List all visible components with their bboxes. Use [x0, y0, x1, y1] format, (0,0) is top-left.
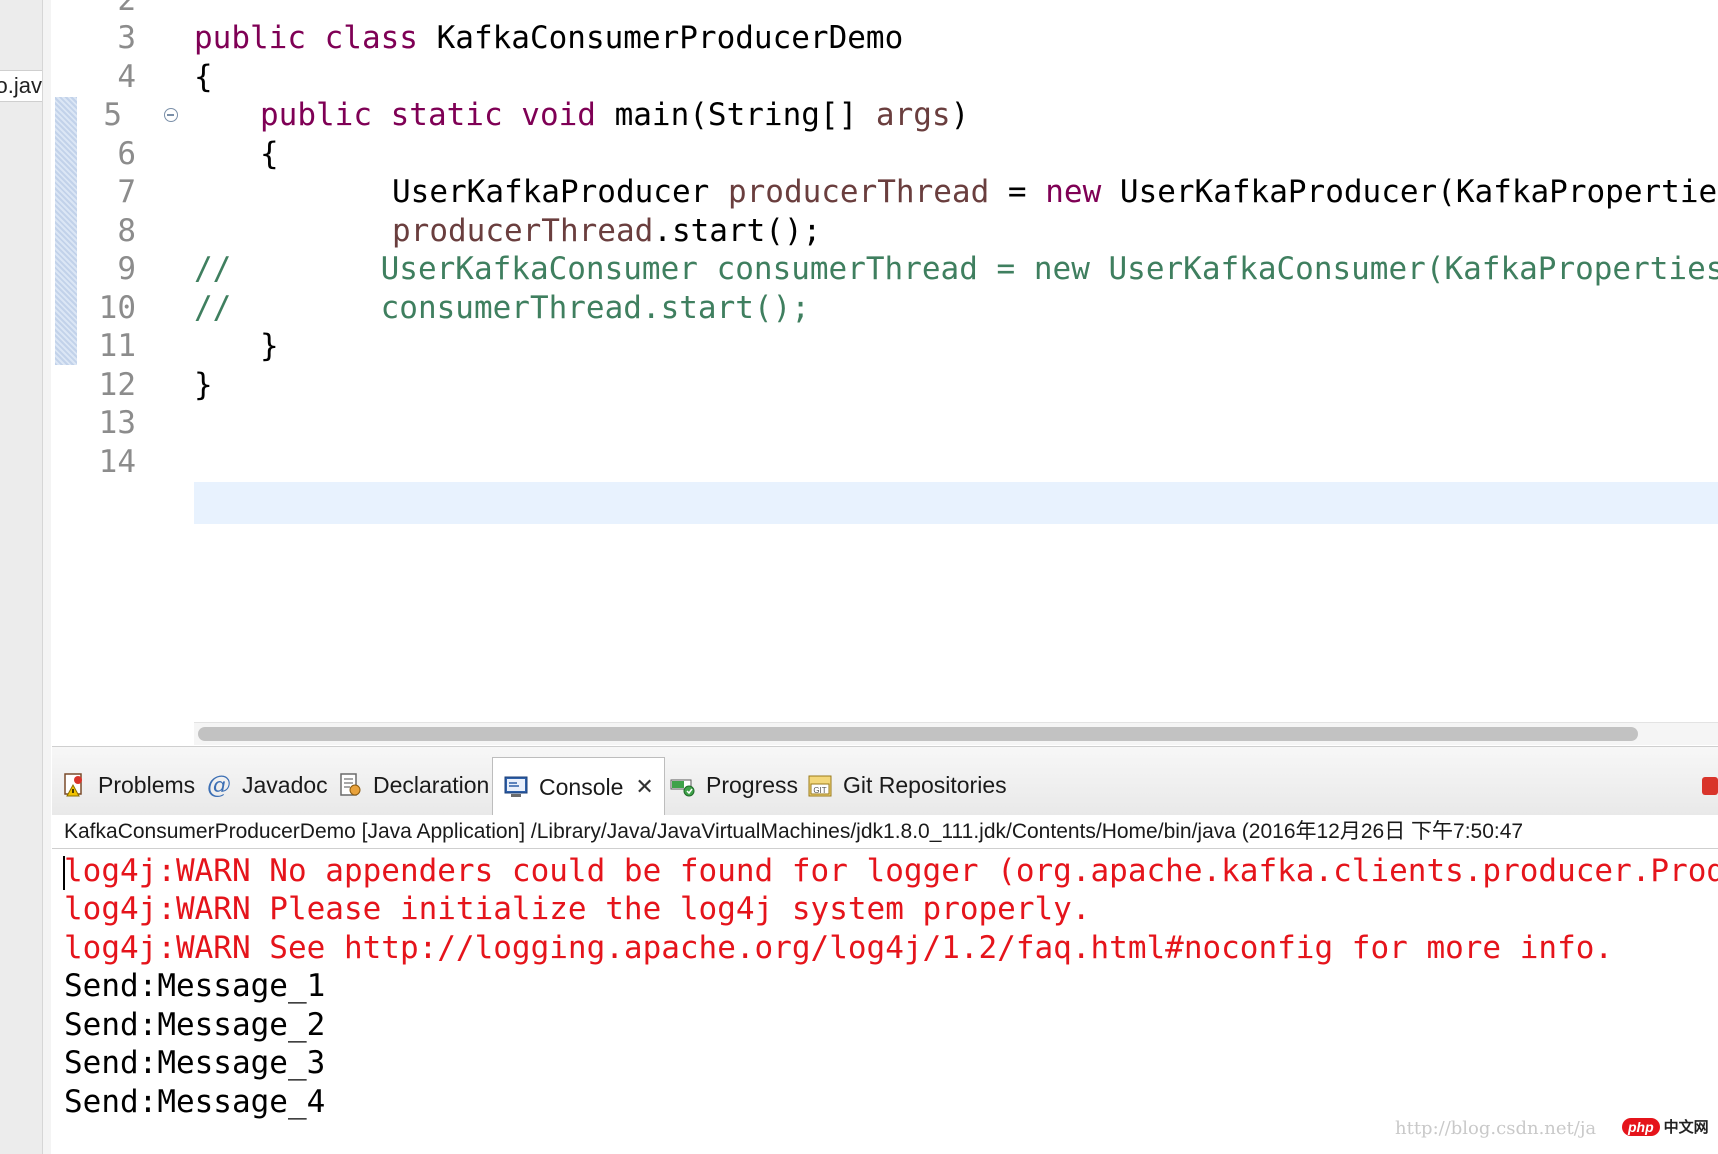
variable: producerThread	[727, 174, 990, 210]
line-number: 14	[98, 444, 136, 480]
tab-label: Git Repositories	[843, 771, 1007, 798]
constructor-call: UserKafkaProducer(KafkaProperties.	[1119, 174, 1718, 210]
php-logo: php 中文网	[1622, 1116, 1709, 1137]
console-output-line: Send:Message_4	[64, 1084, 326, 1120]
line-number: 13	[98, 405, 136, 441]
code-editor[interactable]: 2 3 4 5 6 7 8 9 10 11 12 13 14 public cl…	[52, 0, 1718, 745]
declaration-icon	[337, 772, 363, 798]
file-tab[interactable]: o.jav	[0, 70, 42, 102]
line-number: 9	[117, 251, 136, 287]
method-signature: main(String[]	[614, 97, 876, 133]
git-icon-text: GIT	[813, 786, 826, 795]
code-line-10-comment: // consumerThread.start();	[194, 290, 810, 326]
method-call: .start();	[653, 213, 822, 249]
view-gap	[43, 0, 51, 1154]
line-number: 10	[98, 290, 136, 326]
package-explorer-strip: o.jav	[0, 0, 43, 1154]
console-warn-line: log4j:WARN No appenders could be found f…	[64, 853, 1718, 889]
type-name: UserKafkaProducer	[392, 174, 728, 210]
line-number: 8	[117, 213, 136, 249]
line-number: 4	[117, 59, 136, 95]
console-icon	[503, 774, 529, 800]
tab-label: Javadoc	[242, 771, 328, 798]
code-line-6: {	[260, 136, 279, 172]
keyword: new	[1045, 174, 1120, 210]
console-output-line: Send:Message_2	[64, 1007, 326, 1043]
line-number: 5	[103, 97, 122, 133]
line-number: 6	[117, 136, 136, 172]
git-repositories-icon: GIT	[807, 772, 833, 798]
progress-icon	[670, 772, 696, 798]
code-line-12: }	[194, 367, 213, 403]
tab-console[interactable]: Console ✕	[492, 757, 665, 816]
tab-label: Progress	[706, 771, 799, 798]
bottom-panel-tabbar: Problems @ Javadoc Declaration Console ✕…	[52, 746, 1718, 816]
close-icon[interactable]: ✕	[635, 774, 653, 800]
keyword: public static void	[260, 97, 615, 133]
code-line-8: producerThread.start();	[392, 210, 821, 252]
code-line-5: public static void main(String[] args)	[260, 94, 969, 136]
console-output-line: Send:Message_1	[64, 968, 326, 1004]
code-line-3: public class KafkaConsumerProducerDemo	[194, 17, 903, 59]
code-line-7: UserKafkaProducer producerThread = new U…	[392, 171, 1718, 213]
terminate-button[interactable]	[1702, 777, 1718, 795]
variable: producerThread	[392, 213, 654, 249]
tab-problems[interactable]: Problems	[62, 761, 195, 809]
class-name: KafkaConsumerProducerDemo	[436, 20, 904, 56]
line-number: 3	[117, 20, 136, 56]
current-line-highlight	[194, 482, 1718, 524]
tab-label: Problems	[98, 771, 196, 798]
php-badge: php	[1622, 1117, 1660, 1136]
fold-collapse-icon[interactable]	[164, 108, 178, 122]
line-number: 12	[98, 367, 136, 403]
tab-label: Console	[539, 773, 624, 800]
parameter: args	[875, 97, 951, 133]
code-line-4: {	[194, 59, 213, 95]
at-sign-icon: @	[207, 771, 231, 799]
tab-git-repositories[interactable]: GIT Git Repositories	[807, 761, 1007, 809]
tab-label: Declaration	[373, 771, 490, 798]
tab-declaration[interactable]: Declaration	[337, 761, 489, 809]
problems-icon	[62, 772, 88, 798]
console-output[interactable]: log4j:WARN No appenders could be found f…	[52, 850, 1718, 1154]
code-line-11: }	[260, 328, 279, 364]
php-logo-text: 中文网	[1663, 1118, 1709, 1136]
line-number: 11	[98, 328, 136, 364]
paren: )	[950, 97, 970, 133]
horizontal-scrollbar[interactable]	[194, 722, 1718, 745]
tab-javadoc[interactable]: @ Javadoc	[206, 761, 328, 809]
console-warn-line: log4j:WARN See http://logging.apache.org…	[64, 930, 1614, 966]
keyword: public class	[194, 20, 437, 56]
console-output-line: Send:Message_3	[64, 1045, 326, 1081]
line-number: 7	[117, 174, 136, 210]
operator: =	[989, 174, 1046, 210]
scrollbar-thumb[interactable]	[198, 727, 1638, 741]
blog-watermark: http://blog.csdn.net/ja	[1395, 1118, 1597, 1139]
code-line-9-comment: // UserKafkaConsumer consumerThread = ne…	[194, 251, 1718, 287]
tab-progress[interactable]: Progress	[670, 761, 798, 809]
console-warn-line: log4j:WARN Please initialize the log4j s…	[64, 891, 1091, 927]
console-launch-description: KafkaConsumerProducerDemo [Java Applicat…	[52, 815, 1718, 849]
